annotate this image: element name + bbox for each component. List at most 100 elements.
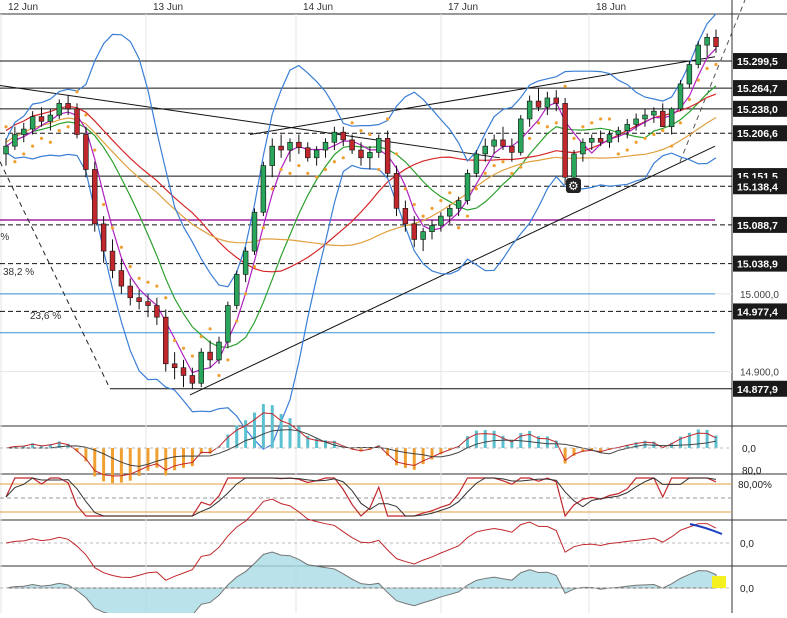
candle-body <box>349 139 355 151</box>
candle-body <box>3 145 9 155</box>
candle-body <box>180 367 187 376</box>
sar-dot <box>465 214 470 218</box>
sar-dot <box>190 354 194 358</box>
sar-dot <box>528 136 532 140</box>
sar-dot <box>536 121 541 125</box>
sar-dot <box>377 167 381 172</box>
chart-root: 12 Jun 13 Jun 14 Jun 17 Jun 18 Jun ⚙ 38,2 % 23,… <box>0 0 787 618</box>
sar-dot <box>457 226 461 230</box>
candle-body <box>38 116 45 122</box>
momentum-highlight <box>712 576 726 588</box>
candle-body <box>331 131 338 143</box>
sar-dot <box>421 214 425 218</box>
sar-dot <box>705 66 709 71</box>
sar-dot <box>323 167 328 172</box>
sar-dot <box>403 187 407 191</box>
candle-body <box>455 200 462 209</box>
candle-body <box>269 145 275 166</box>
candle-body <box>189 375 196 384</box>
y-tick-label: 14.900,0 <box>740 368 779 379</box>
fib-label-0: 0 % <box>0 232 9 243</box>
sar-dot <box>350 121 354 125</box>
candle-body <box>29 116 36 130</box>
sar-dot <box>297 163 301 168</box>
candle-body <box>21 128 27 135</box>
panel3-label: 0,0 <box>740 539 754 550</box>
candle-body <box>74 108 80 135</box>
sar-dot <box>607 117 612 121</box>
x-tick-label: 14 Jun <box>303 2 333 13</box>
sar-dot <box>244 292 248 296</box>
candle-body <box>482 145 488 155</box>
candle-body <box>597 138 604 143</box>
price-label: 14.877,9 <box>737 384 778 396</box>
candle-body <box>606 134 613 143</box>
macd-bar <box>483 430 487 448</box>
candle-body <box>686 64 693 85</box>
candle-body <box>136 297 142 302</box>
sar-dot <box>22 152 26 156</box>
sar-dot <box>386 117 390 121</box>
candle-body <box>47 114 54 122</box>
sar-dot <box>13 160 17 164</box>
sar-dot <box>155 284 159 288</box>
sar-dot <box>687 97 691 102</box>
sar-dot <box>519 165 523 169</box>
chart-svg[interactable]: 12 Jun 13 Jun 14 Jun 17 Jun 18 Jun ⚙ 38,2 % 23,… <box>0 0 787 618</box>
sar-dot <box>332 160 336 164</box>
sar-dot <box>48 140 52 144</box>
sar-dot <box>599 117 603 121</box>
sar-dot <box>545 125 549 129</box>
candle-body <box>296 141 302 149</box>
macd-bar <box>705 429 709 448</box>
candle-body <box>615 130 622 135</box>
sar-dot <box>634 140 638 144</box>
candle-body <box>109 250 116 271</box>
candle-body <box>118 270 125 287</box>
sar-dot <box>146 280 150 284</box>
macd-bar <box>563 448 567 464</box>
sar-dot <box>430 206 434 210</box>
candle-body <box>56 103 62 116</box>
candle-body <box>12 134 18 147</box>
candle-body <box>376 138 382 153</box>
macd-bar <box>261 404 265 448</box>
macd-bar <box>528 430 532 448</box>
candle-body <box>154 305 160 318</box>
sar-dot <box>110 226 115 230</box>
macd-bar <box>244 420 248 448</box>
y-tick-label: 15.000,0 <box>740 290 779 301</box>
sar-dot <box>474 187 478 191</box>
macd-bar <box>146 448 150 471</box>
candle-body <box>500 139 506 147</box>
candle-body <box>305 147 311 159</box>
sar-dot <box>119 245 123 249</box>
sar-dot <box>368 132 372 137</box>
sar-dot <box>226 358 230 362</box>
sar-dot <box>102 202 106 207</box>
macd-bar <box>412 448 416 470</box>
sar-dot <box>31 144 35 148</box>
candle-body <box>358 149 364 159</box>
price-label: 15.138,4 <box>737 181 778 193</box>
fib-label-23: 23,6 % <box>30 311 61 322</box>
candle-body <box>571 153 577 178</box>
macd-bar <box>279 413 283 448</box>
panel1-label: 0,0 <box>742 444 756 455</box>
panel1-top-label: 80,0 <box>742 466 762 477</box>
price-label: 15.264,7 <box>737 83 778 95</box>
candle-body <box>207 351 213 361</box>
candle-body <box>92 169 98 225</box>
candle-body <box>491 139 497 147</box>
sar-dot <box>670 144 674 148</box>
price-label: 15.206,6 <box>737 128 778 140</box>
candle-body <box>384 138 391 174</box>
sar-dot <box>661 129 665 133</box>
macd-bar <box>190 448 194 467</box>
sar-dot <box>288 171 292 175</box>
sar-dot <box>252 265 257 269</box>
candle-body <box>287 141 293 151</box>
sar-dot <box>270 187 274 191</box>
settings-gear-glyph: ⚙ <box>568 179 579 193</box>
price-label: 15.299,5 <box>737 56 778 68</box>
